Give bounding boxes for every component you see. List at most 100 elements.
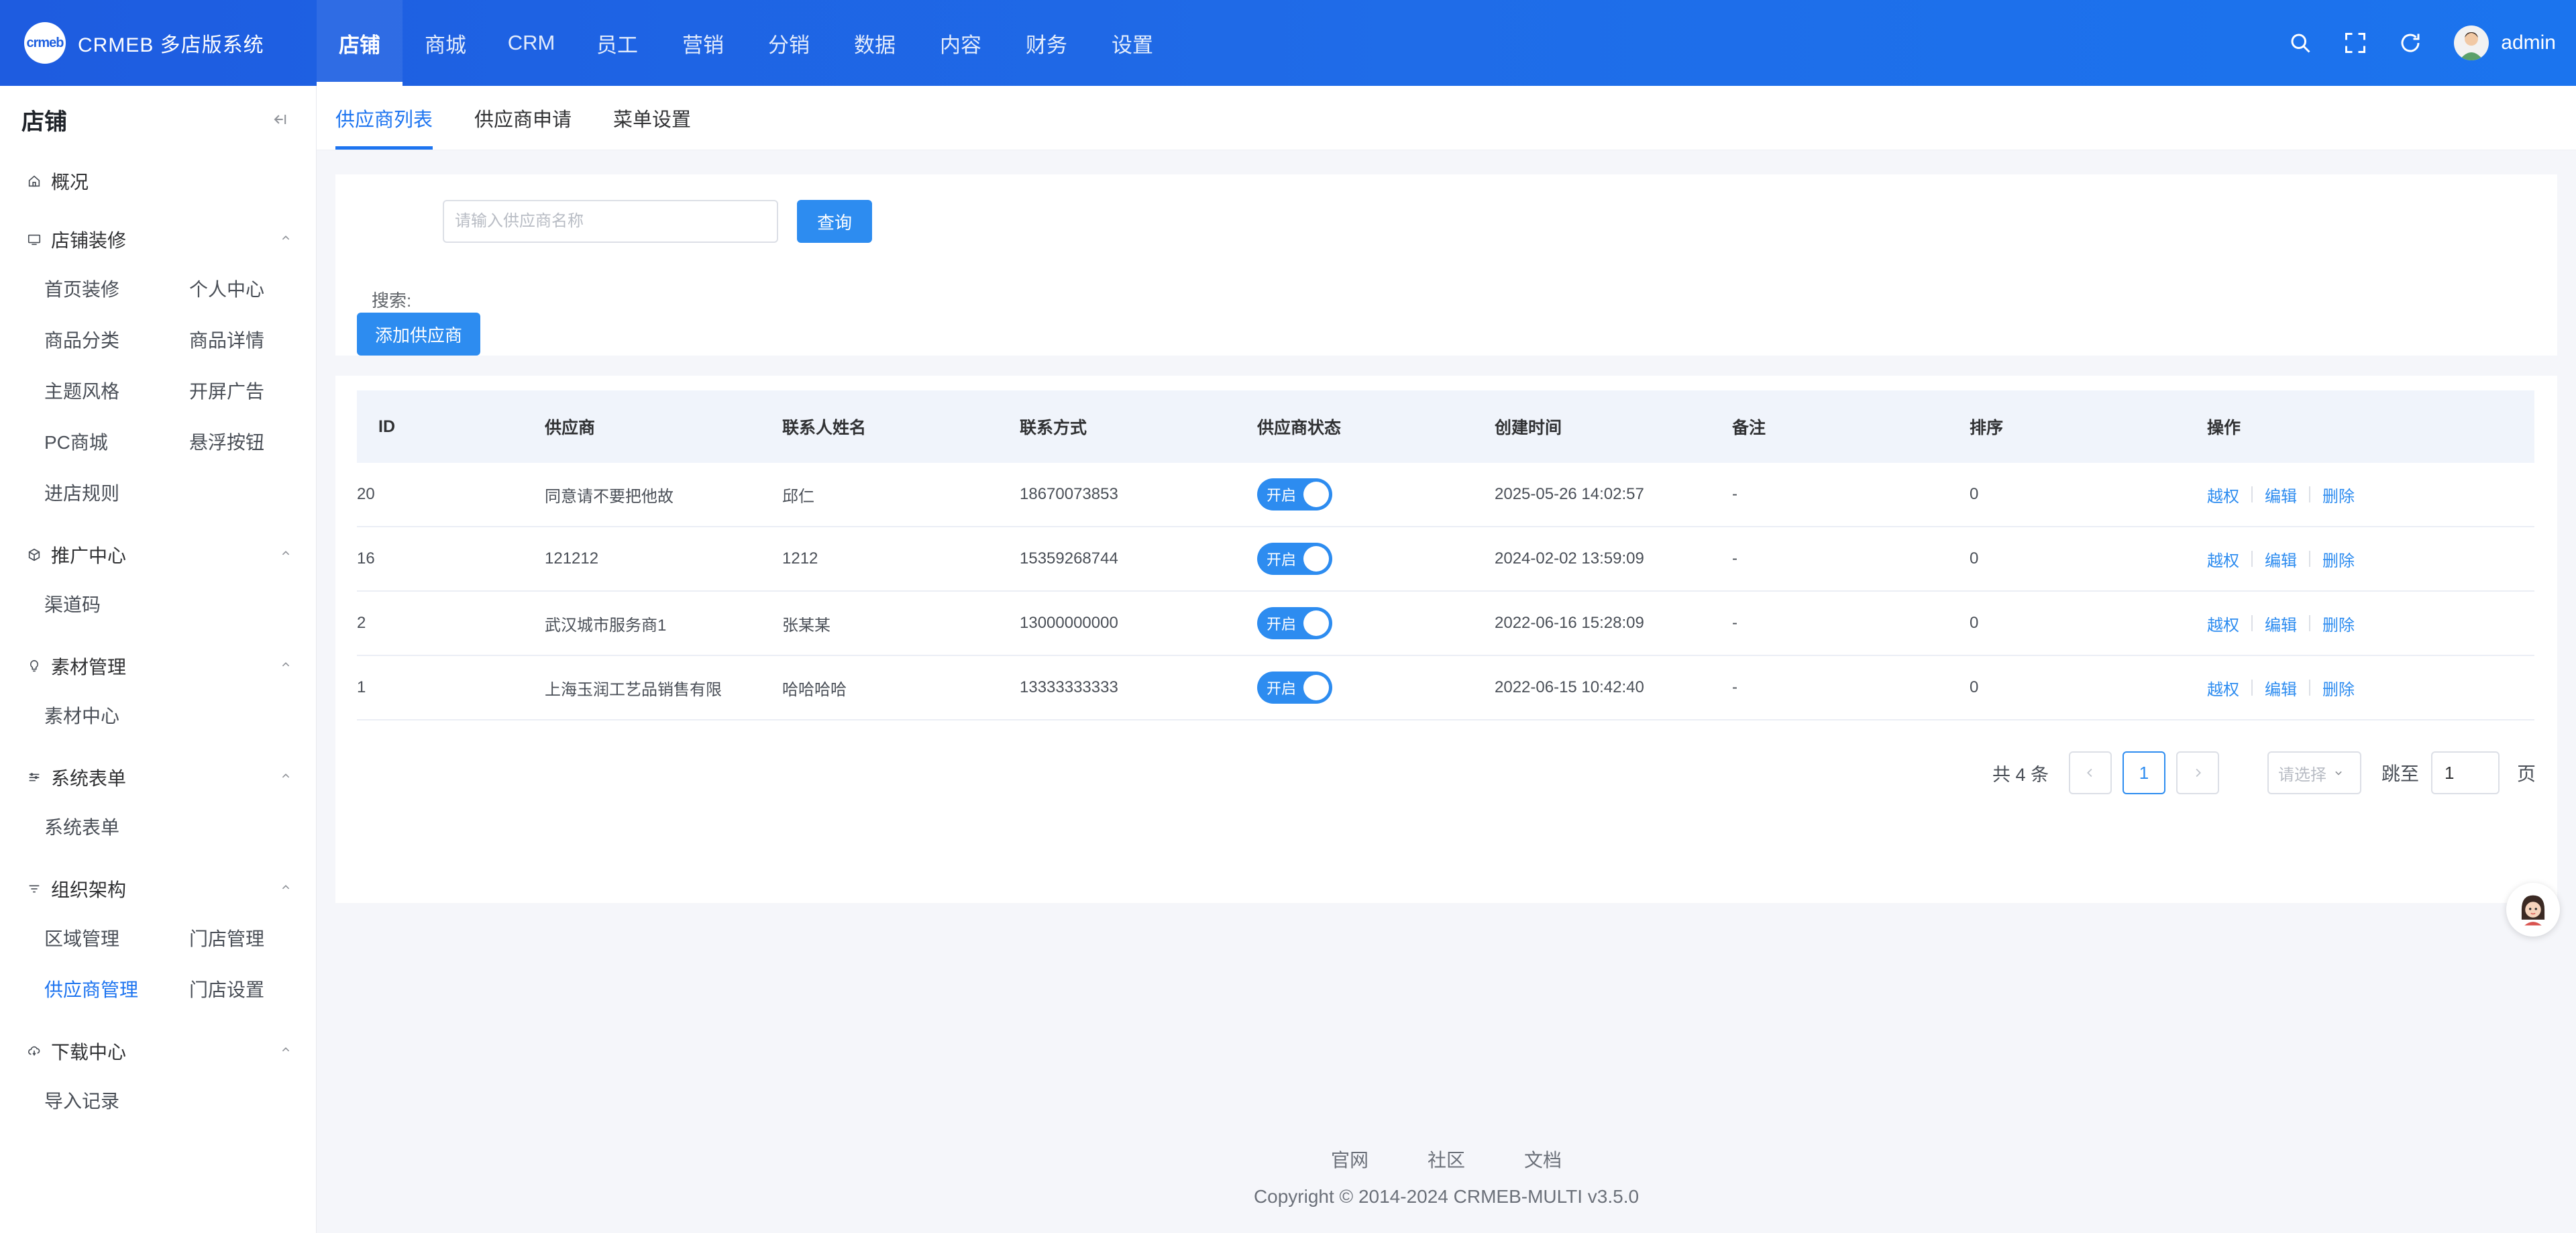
chevron-up-icon[interactable]	[278, 1040, 293, 1062]
search-label: 搜索:	[372, 290, 412, 311]
edit-link[interactable]: 编辑	[2265, 676, 2297, 700]
sidebar-item-supplier-manage[interactable]: 供应商管理	[44, 963, 189, 1014]
edit-link[interactable]: 编辑	[2265, 483, 2297, 506]
sidebar-item-store-manage[interactable]: 门店管理	[189, 912, 334, 963]
sidebar-title: 店铺	[21, 109, 67, 135]
topnav-crm[interactable]: CRM	[488, 0, 574, 86]
chevron-up-icon[interactable]	[278, 767, 293, 788]
col-header-contact: 联系人姓名	[782, 419, 867, 437]
topnav-store[interactable]: 店铺	[317, 0, 402, 86]
sidebar-group-head[interactable]: 下载中心	[0, 1028, 316, 1075]
sidebar-item-store-settings[interactable]: 门店设置	[189, 963, 334, 1014]
supplier-table: ID 供应商 联系人姓名 联系方式 供应商状态 创建时间 备注 排序 操作 20…	[357, 390, 2534, 720]
edit-link[interactable]: 编辑	[2265, 612, 2297, 635]
sidebar-item-entry-rules[interactable]: 进店规则	[44, 467, 189, 518]
override-link[interactable]: 越权	[2207, 547, 2239, 571]
topnav-staff[interactable]: 员工	[574, 0, 660, 86]
cell-note: -	[1732, 678, 1737, 696]
page-size-select[interactable]: 请选择	[2267, 751, 2361, 794]
topnav-finance[interactable]: 财务	[1004, 0, 1089, 86]
status-toggle[interactable]: 开启	[1257, 478, 1332, 511]
customer-service-avatar[interactable]	[2506, 883, 2560, 936]
chevron-up-icon[interactable]	[278, 229, 293, 250]
sidebar-item-material-center[interactable]: 素材中心	[44, 690, 189, 741]
edit-link[interactable]: 编辑	[2265, 547, 2297, 571]
add-supplier-button[interactable]: 添加供应商	[357, 313, 480, 356]
toggle-knob	[1303, 610, 1329, 636]
sidebar-item-splash-ad[interactable]: 开屏广告	[189, 365, 334, 416]
sidebar-item-pc-mall[interactable]: PC商城	[44, 416, 189, 467]
brand[interactable]: crmeb CRMEB 多店版系统	[0, 0, 317, 86]
sidebar-group-head[interactable]: 组织架构	[0, 865, 316, 912]
sidebar-item-import-records[interactable]: 导入记录	[44, 1075, 189, 1126]
divider	[2309, 486, 2310, 502]
supplier-search-input[interactable]	[443, 200, 778, 243]
override-link[interactable]: 越权	[2207, 483, 2239, 506]
collapse-sidebar-icon[interactable]	[266, 106, 293, 133]
delete-link[interactable]: 删除	[2322, 547, 2355, 571]
sidebar-item-system-form[interactable]: 系统表单	[44, 801, 189, 852]
delete-link[interactable]: 删除	[2322, 483, 2355, 506]
refresh-icon[interactable]	[2383, 15, 2438, 70]
sidebar-group-head[interactable]: 系统表单	[0, 754, 316, 801]
tab-menu-settings[interactable]: 菜单设置	[613, 86, 691, 150]
cell-phone: 15359268744	[1020, 549, 1118, 568]
next-page-button[interactable]	[2176, 751, 2219, 794]
status-toggle-label: 开启	[1267, 680, 1297, 697]
sidebar-item-float-button[interactable]: 悬浮按钮	[189, 416, 334, 467]
user-avatar[interactable]	[2454, 25, 2489, 60]
delete-link[interactable]: 删除	[2322, 612, 2355, 635]
topnav-marketing[interactable]: 营销	[660, 0, 746, 86]
sidebar-item-home-decor[interactable]: 首页装修	[44, 263, 189, 314]
fullscreen-icon[interactable]	[2328, 15, 2383, 70]
cell-sort: 0	[1970, 614, 1979, 632]
query-button[interactable]: 查询	[797, 200, 872, 243]
sidebar-group-head[interactable]: 推广中心	[0, 531, 316, 578]
topnav-distribution[interactable]: 分销	[746, 0, 832, 86]
logo-text: crmeb	[26, 35, 64, 50]
cell-id: 1	[357, 678, 366, 696]
sidebar-group-title: 下载中心	[51, 1042, 127, 1063]
chevron-up-icon[interactable]	[278, 878, 293, 900]
sidebar-group-promotion: 推广中心 渠道码	[0, 531, 316, 629]
sidebar: 店铺 概况 店铺装修 首页装修 个人中心 商品分类 商品详情 主题风格 开屏广告…	[0, 86, 317, 1233]
topnav-data[interactable]: 数据	[832, 0, 918, 86]
prev-page-button[interactable]	[2068, 751, 2112, 794]
cell-sort: 0	[1970, 549, 1979, 568]
footer-link-official[interactable]: 官网	[1331, 1146, 1368, 1173]
user-name[interactable]: admin	[2501, 32, 2556, 54]
override-link[interactable]: 越权	[2207, 612, 2239, 635]
divider	[2251, 486, 2253, 502]
cell-created: 2025-05-26 14:02:57	[1495, 485, 1644, 503]
sidebar-item-theme[interactable]: 主题风格	[44, 365, 189, 416]
status-toggle[interactable]: 开启	[1257, 607, 1332, 639]
footer-link-docs[interactable]: 文档	[1524, 1146, 1562, 1173]
topnav-content[interactable]: 内容	[918, 0, 1004, 86]
sidebar-item-product-category[interactable]: 商品分类	[44, 314, 189, 365]
footer-link-community[interactable]: 社区	[1428, 1146, 1465, 1173]
status-toggle-label: 开启	[1267, 551, 1297, 568]
sidebar-group-head[interactable]: 店铺装修	[0, 216, 316, 263]
chevron-up-icon[interactable]	[278, 544, 293, 566]
status-toggle[interactable]: 开启	[1257, 672, 1332, 704]
tab-supplier-list[interactable]: 供应商列表	[335, 86, 433, 150]
cell-contact: 1212	[782, 549, 818, 568]
toggle-knob	[1303, 675, 1329, 700]
sidebar-item-overview[interactable]: 概况	[0, 156, 316, 207]
topnav-mall[interactable]: 商城	[402, 0, 488, 86]
topnav-settings[interactable]: 设置	[1089, 0, 1175, 86]
sidebar-item-channel-code[interactable]: 渠道码	[44, 578, 189, 629]
page-number-button[interactable]: 1	[2122, 751, 2165, 794]
delete-link[interactable]: 删除	[2322, 676, 2355, 700]
sidebar-item-region[interactable]: 区域管理	[44, 912, 189, 963]
search-icon[interactable]	[2273, 15, 2328, 70]
col-header-id: ID	[378, 417, 395, 436]
tab-supplier-apply[interactable]: 供应商申请	[474, 86, 572, 150]
status-toggle[interactable]: 开启	[1257, 543, 1332, 575]
sidebar-item-personal-center[interactable]: 个人中心	[189, 263, 334, 314]
goto-page-input[interactable]: 1	[2430, 751, 2500, 794]
sidebar-item-product-detail[interactable]: 商品详情	[189, 314, 334, 365]
sidebar-group-head[interactable]: 素材管理	[0, 643, 316, 690]
chevron-up-icon[interactable]	[278, 655, 293, 677]
override-link[interactable]: 越权	[2207, 676, 2239, 700]
